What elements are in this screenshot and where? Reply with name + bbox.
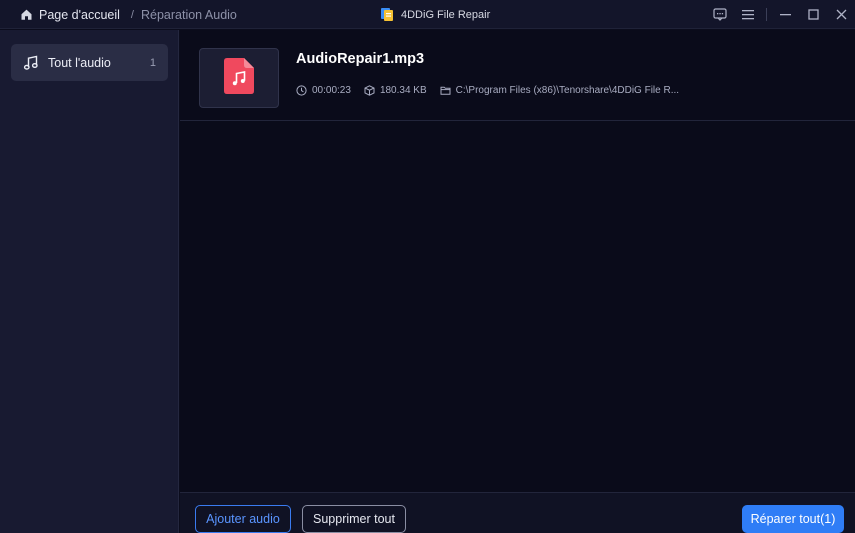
- file-size: 180.34 KB: [379, 85, 427, 96]
- clock-icon: [296, 85, 307, 96]
- breadcrumb: Page d'accueil / Réparation Audio: [20, 0, 237, 29]
- window-controls: [706, 0, 855, 29]
- close-icon[interactable]: [827, 0, 855, 29]
- music-note-icon: [23, 55, 39, 71]
- file-meta: 00:00:23 180.34 KB C:\Program Files (x86…: [296, 85, 679, 96]
- audio-file-icon: [223, 57, 255, 100]
- controls-divider: [766, 8, 767, 21]
- sidebar-item-label: Tout l'audio: [48, 55, 111, 70]
- file-list: AudioRepair1.mp3 00:00:23 180.34 KB C:\P…: [180, 30, 855, 492]
- sidebar: Tout l'audio 1: [0, 30, 179, 533]
- repair-all-button[interactable]: Réparer tout(1): [742, 505, 844, 533]
- maximize-icon[interactable]: [799, 0, 827, 29]
- sidebar-item-count: 1: [149, 56, 156, 69]
- file-thumbnail[interactable]: [199, 48, 279, 108]
- size-cube-icon: [364, 85, 375, 96]
- breadcrumb-separator: /: [130, 8, 134, 21]
- folder-icon: [440, 85, 451, 96]
- sidebar-item-all-audio[interactable]: Tout l'audio 1: [11, 44, 168, 81]
- add-audio-button[interactable]: Ajouter audio: [195, 505, 291, 533]
- file-duration: 00:00:23: [312, 85, 351, 96]
- app-title: 4DDiG File Repair: [401, 8, 491, 21]
- title-bar: Page d'accueil / Réparation Audio 4DDiG …: [0, 0, 855, 29]
- breadcrumb-home[interactable]: Page d'accueil: [39, 8, 120, 22]
- app-logo-icon: [380, 7, 394, 22]
- file-name: AudioRepair1.mp3: [296, 51, 425, 67]
- delete-all-button[interactable]: Supprimer tout: [302, 505, 406, 533]
- breadcrumb-current: Réparation Audio: [140, 7, 237, 22]
- minimize-icon[interactable]: [771, 0, 799, 29]
- list-item[interactable]: AudioRepair1.mp3 00:00:23 180.34 KB C:\P…: [180, 30, 855, 121]
- feedback-icon[interactable]: [706, 0, 734, 29]
- home-icon[interactable]: [20, 8, 33, 21]
- app-title-area: 4DDiG File Repair: [380, 0, 490, 29]
- action-bar: Ajouter audio Supprimer tout Réparer tou…: [180, 492, 855, 533]
- file-path[interactable]: C:\Program Files (x86)\Tenorshare\4DDiG …: [456, 85, 679, 96]
- menu-icon[interactable]: [734, 0, 762, 29]
- app-window: Page d'accueil / Réparation Audio 4DDiG …: [0, 0, 855, 533]
